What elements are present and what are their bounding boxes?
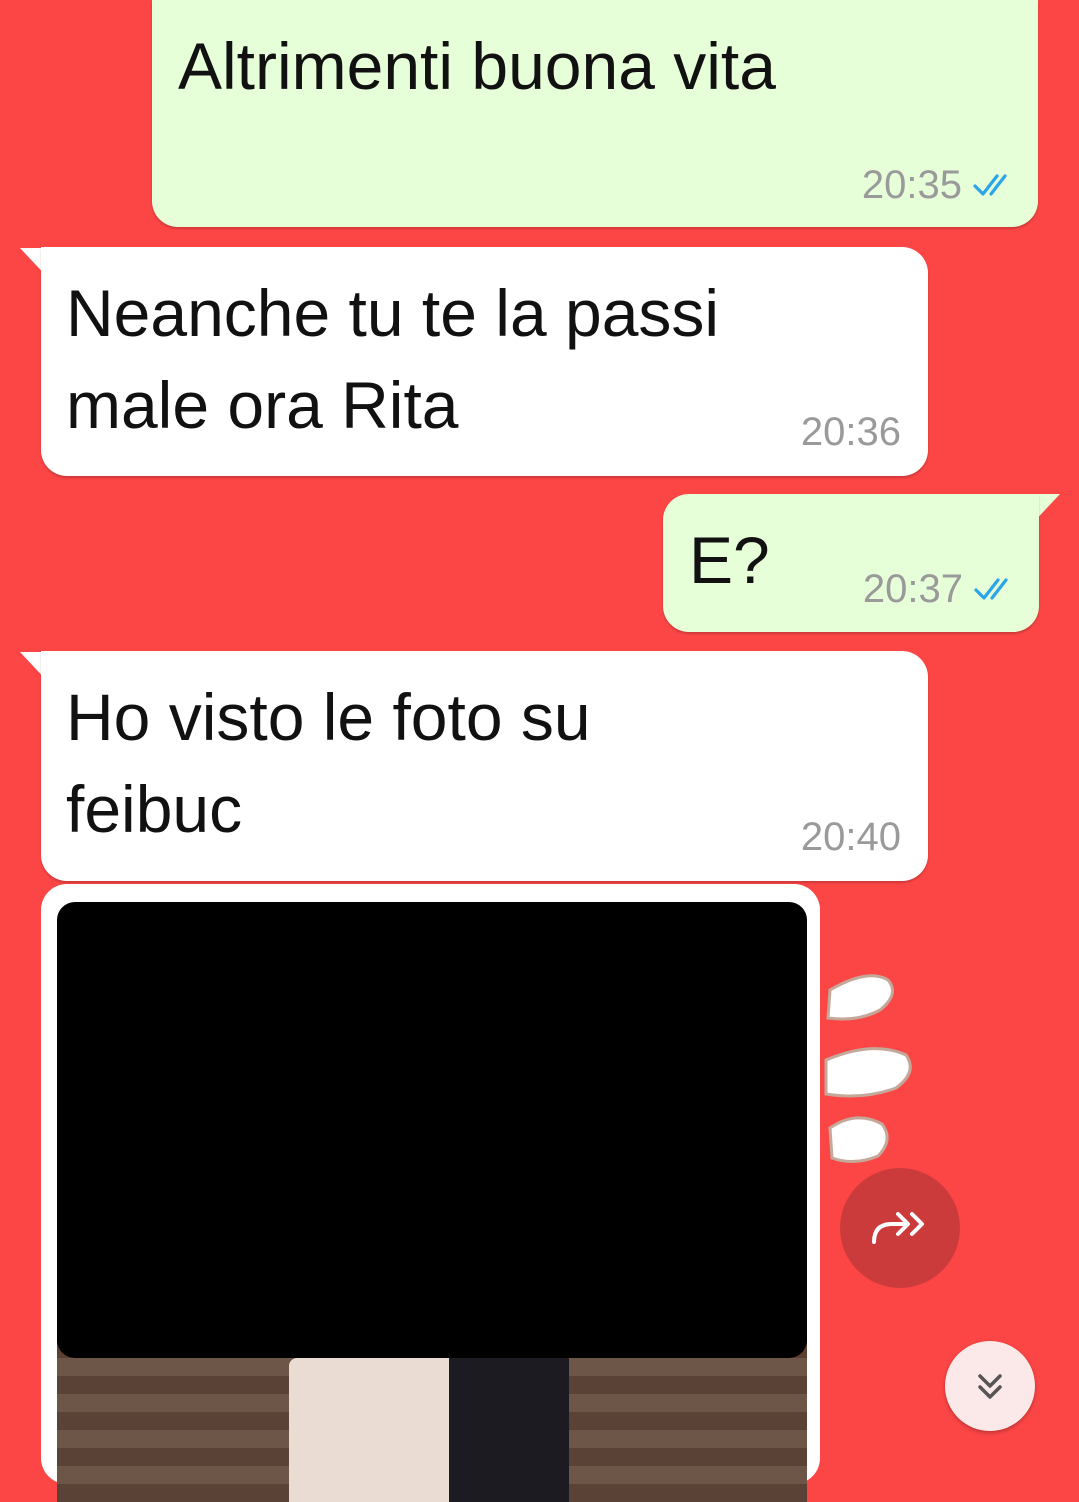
message-text: Altrimenti buona vita (178, 29, 776, 103)
double-check-read-icon (974, 578, 1008, 600)
message-bubble-incoming[interactable]: Neanche tu te la passi male ora Rita 20:… (41, 247, 928, 476)
message-time: 20:40 (800, 815, 901, 859)
double-check-read-icon (973, 174, 1007, 196)
message-bubble-incoming[interactable]: Ho visto le foto su feibuc 20:40 (41, 651, 928, 881)
double-chevron-down-icon (978, 1374, 1002, 1399)
message-meta: 20:35 (862, 165, 1016, 205)
photo-figure-suit (449, 1358, 569, 1502)
message-meta: 20:36 (801, 412, 901, 452)
message-bubble-outgoing[interactable]: Altrimenti buona vita 20:35 (152, 0, 1038, 227)
message-text: Neanche tu te la passi male ora Rita (66, 276, 720, 442)
censor-block (57, 902, 807, 1358)
message-time: 20:36 (800, 410, 901, 454)
sticker-partial (824, 974, 912, 1163)
scroll-to-bottom-button[interactable] (945, 1341, 1035, 1431)
image-message-bubble[interactable] (41, 884, 820, 1502)
message-time: 20:37 (862, 567, 963, 611)
message-text: Ho visto le foto su feibuc (66, 680, 591, 846)
photo-figure-dress (289, 1358, 464, 1502)
message-time: 20:35 (861, 163, 962, 207)
photo[interactable] (57, 902, 807, 1502)
message-meta: 20:37 (863, 569, 1017, 609)
forward-icon (872, 1212, 924, 1244)
forward-button[interactable] (840, 1168, 960, 1288)
message-meta: 20:40 (801, 817, 901, 857)
message-bubble-outgoing[interactable]: E? 20:37 (663, 494, 1039, 632)
message-text: E? (689, 523, 770, 597)
